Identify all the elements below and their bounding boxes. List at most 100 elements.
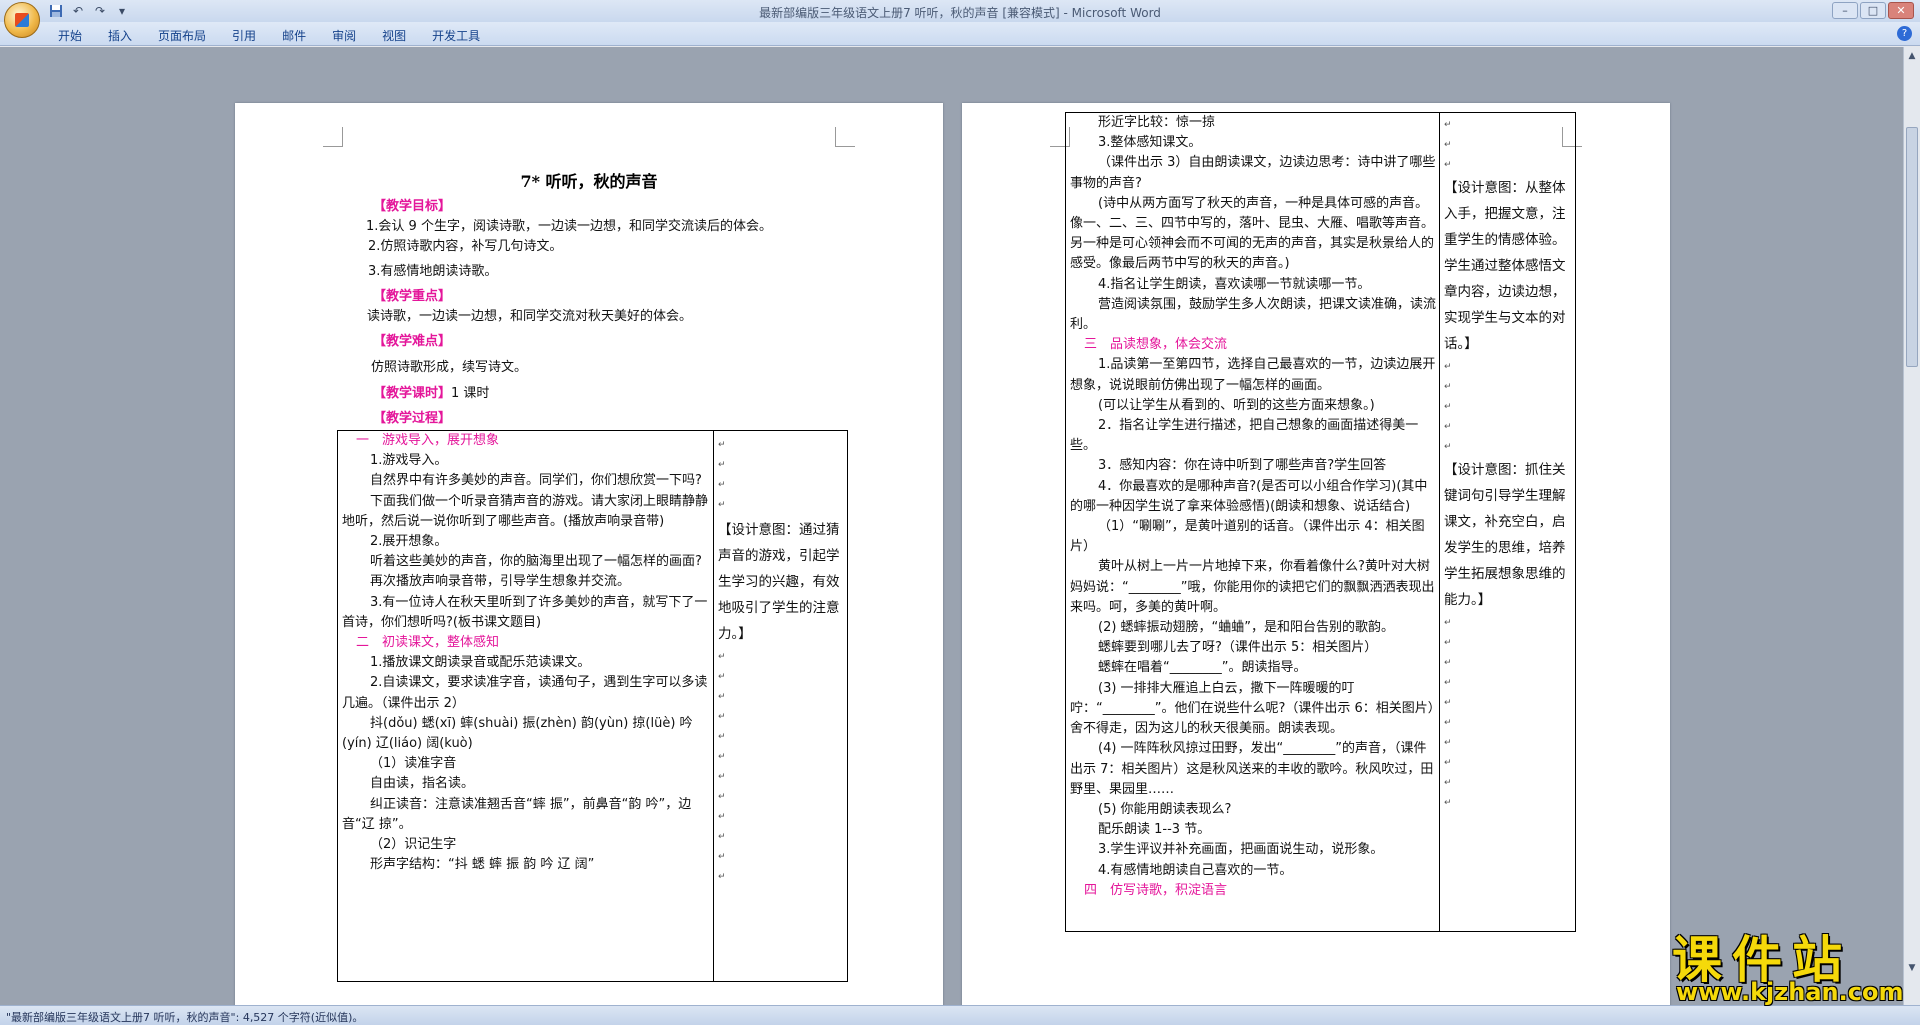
goal-item: 1.会认 9 个生字，阅读诗歌，一边读一边想，和同学交流读后的体会。 (366, 219, 772, 234)
tab-view[interactable]: 视图 (382, 27, 420, 44)
status-text: "最新部编版三年级语文上册7 听听，秋的声音": 4,527 个字符(近似值)。 (6, 1011, 364, 1024)
hours-heading: 【教学课时】 (373, 386, 452, 401)
document-page-1[interactable]: 7* 听听，秋的声音 【教学目标】 1.会认 9 个生字，阅读诗歌，一边读一边想… (235, 103, 943, 1005)
lesson-steps-cell[interactable]: 形近字比较：惊一掠 3.整体感知课文。 （课件出示 3）自由朗读课文，边读边思考：诗… (1066, 113, 1439, 901)
lesson-paragraph: 4.指名让学生朗读，喜欢读哪一节就读哪一节。 (1098, 276, 1371, 292)
tab-mailings[interactable]: 邮件 (282, 27, 320, 44)
lesson-paragraph: 下面我们做一个听录音猜声音的游戏。请大家闭上眼睛静静地听，然后说一说你听到了哪些… (342, 493, 709, 529)
document-page-2[interactable]: 形近字比较：惊一掠 3.整体感知课文。 （课件出示 3）自由朗读课文，边读边思考：诗… (962, 103, 1670, 1005)
window-controls: – □ ✕ (1832, 2, 1914, 19)
paragraph-marks: ↵ ↵ ↵ ↵ ↵ (1444, 362, 1452, 452)
paragraph-marks: ↵ ↵ ↵ ↵ ↵ ↵ ↵ ↵ ↵ ↵ ↵ ↵ (718, 652, 726, 882)
lesson-table: 形近字比较：惊一掠 3.整体感知课文。 （课件出示 3）自由朗读课文，边读边思考：诗… (1065, 112, 1576, 932)
difficulty-text: 仿照诗歌形成，续写诗文。 (371, 360, 528, 375)
lesson-paragraph: 纠正读音：注意读准翘舌音“蟀 振”，前鼻音“韵 吟”，边音“辽 掠”。 (342, 796, 692, 832)
tab-review[interactable]: 审阅 (332, 27, 370, 44)
section-heading: 三 品读想象，体会交流 (1084, 337, 1228, 353)
design-note: 【设计意图：抓住关键词句引导学生理解课文，补充空白，启发学生的思维，培养学生拓展… (1444, 462, 1566, 608)
undo-icon[interactable]: ↶ (70, 3, 86, 19)
lesson-paragraph: 黄叶从树上一片一片地掉下来，你看着像什么?黄叶对大树妈妈说：“________”… (1070, 559, 1435, 615)
lesson-paragraph: 2．指名让学生进行描述，把自己想象的画面描述得美一些。 (1070, 418, 1419, 454)
lesson-paragraph: 2.自读课文，要求读准字音，读通句子，遇到生字可以多读几遍。（课件出示 2） (342, 675, 708, 711)
paragraph-marks: ↵ ↵ ↵ ↵ ↵ ↵ ↵ ↵ ↵ ↵ (1444, 618, 1452, 808)
design-note: 【设计意图：从整体入手，把握文意，注重学生的情感体验。学生通过整体感悟文章内容，… (1444, 180, 1566, 352)
lesson-paragraph: 2.展开想象。 (370, 534, 448, 550)
design-note: 【设计意图：通过猜声音的游戏，引起学生学习的兴趣，有效地吸引了学生的注意力。】 (718, 522, 840, 642)
customize-toolbar-icon[interactable]: ▾ (114, 3, 130, 19)
lesson-title: 7* 听听，秋的声音 (520, 172, 658, 191)
tab-developer[interactable]: 开发工具 (432, 27, 494, 44)
paragraph-marks: ↵ ↵ ↵ ↵ (718, 440, 726, 510)
close-button[interactable]: ✕ (1888, 2, 1914, 19)
maximize-button[interactable]: □ (1860, 2, 1886, 19)
lesson-paragraph: (3) 一排排大雁追上白云，撒下一阵暖暖的叮咛：“________”。他们在说些… (1070, 680, 1435, 737)
lesson-paragraph: 3.学生评议并补充画面，把画面说生动，说形象。 (1098, 842, 1384, 858)
lesson-paragraph: 1.品读第一至第四节，选择自己最喜欢的一节，边读边展开想象，说说眼前仿佛出现了一… (1070, 357, 1436, 393)
lesson-paragraph: 3.有一位诗人在秋天里听到了许多美妙的声音，就写下了一首诗，你们想听吗?(板书课… (342, 594, 708, 630)
save-icon[interactable] (48, 3, 64, 19)
window-title: 最新部编版三年级语文上册7 听听，秋的声音 [兼容模式] - Microsoft… (759, 6, 1161, 20)
lesson-paragraph: 4．你最喜欢的是哪种声音?(是否可以小组合作学习)(其中的哪一种因学生说了拿来体… (1070, 478, 1428, 514)
lesson-paragraph: 营造阅读氛围，鼓励学生多人次朗读，把课文读准确，读流利。 (1070, 296, 1437, 333)
ribbon-tabs: 开始 插入 页面布局 引用 邮件 审阅 视图 开发工具 ? (0, 22, 1920, 46)
lesson-paragraph: 形近字比较：惊一掠 (1098, 115, 1216, 130)
goals-heading: 【教学目标】 (373, 199, 452, 214)
key-text: 读诗歌，一边读一边想，和同学交流对秋天美好的体会。 (367, 309, 693, 324)
watermark-url: www.kjzhan.com (1676, 978, 1904, 1006)
lesson-paragraph: 配乐朗读 1--3 节。 (1098, 822, 1211, 838)
lesson-paragraph: 4.有感情地朗读自己喜欢的一节。 (1098, 862, 1293, 878)
crop-mark (835, 127, 855, 147)
lesson-paragraph: 3．感知内容：你在诗中听到了哪些声音?学生回答 (1098, 458, 1387, 474)
lesson-paragraph: （课件出示 3）自由朗读课文，边读边思考：诗中讲了哪些事物的声音? (1070, 155, 1436, 191)
scroll-up-icon[interactable]: ▲ (1906, 49, 1918, 63)
lesson-paragraph: 抖(dǒu) 蟋(xī) 蟀(shuài) 振(zhèn) 韵(yùn) 掠(l… (342, 715, 693, 752)
lesson-paragraph: 自由读，指名读。 (370, 776, 475, 792)
help-icon[interactable]: ? (1897, 26, 1912, 41)
goal-item: 2.仿照诗歌内容，补写几句诗文。 (368, 239, 563, 254)
minimize-button[interactable]: – (1832, 2, 1858, 19)
tab-references[interactable]: 引用 (232, 27, 270, 44)
lesson-steps-cell[interactable]: 一 游戏导入，展开想象 1.游戏导入。自然界中有许多美妙的声音。同学们，你们想欣赏… (338, 431, 713, 875)
document-workspace[interactable]: 7* 听听，秋的声音 【教学目标】 1.会认 9 个生字，阅读诗歌，一边读一边想… (0, 47, 1903, 1005)
lesson-paragraph: （1）读准字音 (370, 756, 457, 772)
lesson-paragraph: 听着这些美妙的声音，你的脑海里出现了一幅怎样的画面? (370, 554, 702, 570)
lesson-paragraph: 自然界中有许多美妙的声音。同学们，你们想欣赏一下吗? (370, 473, 702, 489)
lesson-paragraph: 1.游戏导入。 (370, 453, 448, 469)
process-heading: 【教学过程】 (373, 411, 452, 426)
lesson-paragraph: 形声字结构：“抖 蟋 蟀 振 韵 吟 辽 阔” (370, 857, 595, 873)
lesson-paragraph: 3.整体感知课文。 (1098, 135, 1202, 151)
lesson-paragraph: 蟋蟀要到哪儿去了呀?（课件出示 5：相关图片） (1098, 640, 1378, 656)
lesson-paragraph: 1.播放课文朗读录音或配乐范读课文。 (370, 655, 591, 671)
difficulty-heading: 【教学难点】 (373, 334, 452, 349)
lesson-paragraph: （1）“唰唰”，是黄叶道别的话音。（课件出示 4：相关图片） (1070, 519, 1425, 555)
title-bar: 最新部编版三年级语文上册7 听听，秋的声音 [兼容模式] - Microsoft… (0, 0, 1920, 22)
redo-icon[interactable]: ↷ (92, 3, 108, 19)
lesson-table: 一 游戏导入，展开想象 1.游戏导入。自然界中有许多美妙的声音。同学们，你们想欣赏… (337, 430, 848, 982)
hours-value: 1 课时 (451, 386, 490, 401)
lesson-paragraph: (可以让学生从看到的、听到的这些方面来想象。) (1098, 397, 1375, 413)
tab-page-layout[interactable]: 页面布局 (158, 27, 220, 44)
section-heading: 二 初读课文，整体感知 (356, 635, 500, 651)
lesson-paragraph: (4) 一阵阵秋风掠过田野，发出“________”的声音，（课件出示 7：相关… (1070, 741, 1434, 797)
lesson-paragraph: （2）识记生字 (370, 837, 457, 853)
lesson-paragraph: 再次播放声响录音带，引导学生想象并交流。 (370, 574, 631, 590)
vertical-scrollbar[interactable]: ▲ ▼ (1903, 47, 1920, 1005)
lesson-paragraph: (诗中从两方面写了秋天的声音，一种是具体可感的声音。像一、二、三、四节中写的，落… (1070, 195, 1435, 272)
hours-line: 【教学课时】1 课时 (373, 385, 489, 403)
section-heading: 四 仿写诗歌，积淀语言 (1084, 882, 1228, 898)
crop-mark (323, 127, 343, 147)
scrollbar-thumb[interactable] (1906, 127, 1918, 367)
section-heading: 一 游戏导入，展开想象 (356, 433, 500, 448)
tab-home[interactable]: 开始 (58, 27, 96, 44)
quick-access-toolbar: ↶ ↷ ▾ (48, 3, 130, 19)
tab-insert[interactable]: 插入 (108, 27, 146, 44)
key-heading: 【教学重点】 (373, 289, 452, 304)
lesson-paragraph: (5) 你能用朗读表现么? (1098, 801, 1232, 817)
status-bar: "最新部编版三年级语文上册7 听听，秋的声音": 4,527 个字符(近似值)。 (0, 1005, 1920, 1025)
goal-item: 3.有感情地朗读诗歌。 (368, 264, 498, 279)
lesson-paragraph: 蟋蟀在唱着“________”。朗读指导。 (1098, 660, 1307, 676)
lesson-paragraph: (2) 蟋蟀振动翅膀，“蛐蛐”，是和阳台告别的歌韵。 (1098, 620, 1395, 636)
watermark-logo: 课件站 www.kjzhan.com (1672, 920, 1918, 1006)
office-button[interactable] (4, 2, 40, 38)
paragraph-marks: ↵ ↵ ↵ (1444, 120, 1452, 170)
